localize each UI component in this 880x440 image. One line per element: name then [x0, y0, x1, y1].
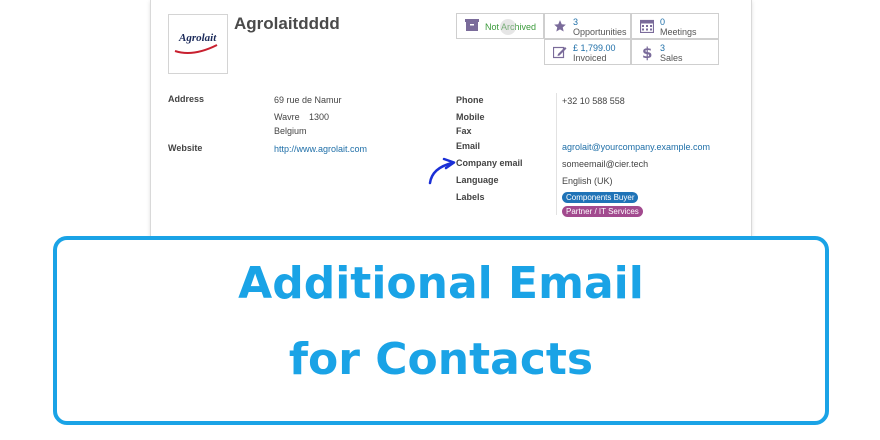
- street-field[interactable]: 69 rue de Namur: [274, 95, 342, 105]
- banner-title-line-1: Additional Email: [238, 258, 644, 309]
- meetings-button[interactable]: 0 Meetings: [631, 13, 719, 39]
- invoiced-label: Invoiced: [573, 53, 607, 63]
- fax-label: Fax: [456, 126, 472, 136]
- website-link[interactable]: http://www.agrolait.com: [274, 144, 367, 154]
- language-field[interactable]: English (UK): [562, 176, 613, 186]
- partner-logo[interactable]: Agrolait: [168, 14, 228, 74]
- meetings-label: Meetings: [660, 27, 697, 37]
- archive-icon: [465, 19, 479, 31]
- email-link[interactable]: agrolait@yourcompany.example.com: [562, 142, 710, 152]
- website-label: Website: [168, 143, 203, 153]
- title-banner: Additional Email for Contacts: [53, 236, 829, 425]
- field-divider: [556, 93, 557, 215]
- phone-label: Phone: [456, 95, 484, 105]
- toggle-indicator: [500, 19, 516, 35]
- banner-title-line-2: for Contacts: [288, 334, 594, 385]
- opportunities-button[interactable]: 3 Opportunities: [544, 13, 631, 39]
- svg-text:$: $: [642, 45, 652, 61]
- company-email-field[interactable]: someemail@cier.tech: [562, 159, 648, 169]
- mobile-label: Mobile: [456, 112, 485, 122]
- annotation-arrow-icon: [428, 157, 456, 185]
- calendar-icon: [640, 19, 654, 33]
- zip-field[interactable]: 1300: [309, 112, 329, 122]
- logo-text: Agrolait: [179, 32, 217, 44]
- labels-label: Labels: [456, 192, 485, 202]
- pencil-square-icon: [553, 46, 567, 59]
- meetings-count: 0: [660, 17, 666, 27]
- address-label: Address: [168, 94, 205, 104]
- phone-field[interactable]: +32 10 588 558: [562, 96, 625, 106]
- invoiced-button[interactable]: £ 1,799.00 Invoiced: [544, 39, 631, 65]
- sales-count: 3: [660, 43, 666, 53]
- opportunities-label: Opportunities: [573, 27, 627, 37]
- language-label: Language: [456, 175, 499, 185]
- opportunities-count: 3: [573, 17, 579, 27]
- dollar-icon: $: [642, 45, 652, 61]
- tag-partner-it-services[interactable]: Partner / IT Services: [562, 206, 643, 217]
- sales-label: Sales: [660, 53, 683, 63]
- company-email-label: Company email: [456, 158, 523, 168]
- tag-components-buyer[interactable]: Components Buyer: [562, 192, 639, 203]
- star-icon: [554, 20, 566, 32]
- partner-name[interactable]: Agrolaitdddd: [234, 14, 340, 34]
- archive-toggle-button[interactable]: Not Archived: [456, 13, 544, 39]
- sales-button[interactable]: $ 3 Sales: [631, 39, 719, 65]
- email-label: Email: [456, 141, 481, 151]
- invoiced-amount: £ 1,799.00: [573, 43, 616, 53]
- country-field[interactable]: Belgium: [274, 126, 307, 136]
- city-field[interactable]: Wavre: [274, 112, 300, 122]
